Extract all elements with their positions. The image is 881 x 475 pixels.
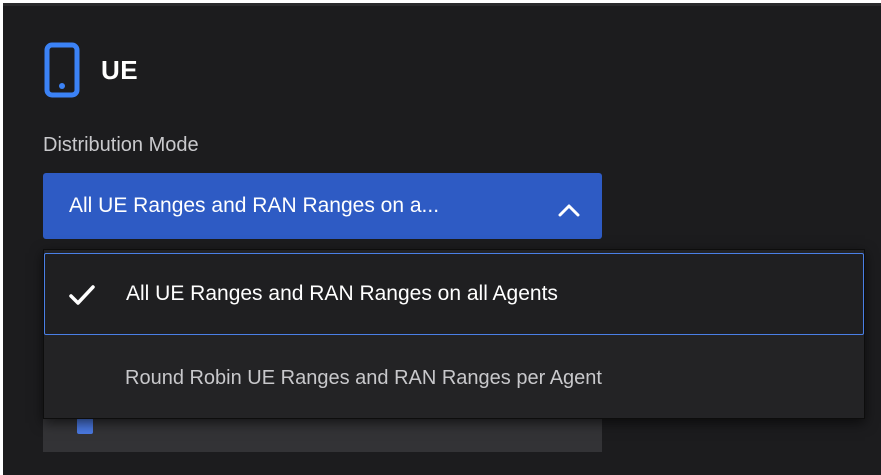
distribution-mode-dropdown: All UE Ranges and RAN Ranges on all Agen… <box>43 249 865 419</box>
section-header: UE <box>43 40 138 100</box>
section-title: UE <box>101 54 139 85</box>
chevron-up-icon <box>558 199 580 217</box>
distribution-mode-label: Distribution Mode <box>43 134 199 156</box>
ue-panel: UE Distribution Mode All UE Ranges and R… <box>3 3 881 475</box>
checkmark-icon <box>69 284 95 306</box>
phone-icon <box>43 42 81 98</box>
distribution-mode-selected-value: All UE Ranges and RAN Ranges on a... <box>69 194 440 217</box>
distribution-mode-select[interactable]: All UE Ranges and RAN Ranges on a... <box>43 173 602 239</box>
dropdown-option-all-agents[interactable]: All UE Ranges and RAN Ranges on all Agen… <box>44 253 864 335</box>
dropdown-option-label: All UE Ranges and RAN Ranges on all Agen… <box>126 282 558 305</box>
dropdown-option-label: Round Robin UE Ranges and RAN Ranges per… <box>125 366 602 389</box>
checkbox-icon <box>77 418 93 434</box>
dropdown-option-round-robin[interactable]: Round Robin UE Ranges and RAN Ranges per… <box>44 338 864 418</box>
